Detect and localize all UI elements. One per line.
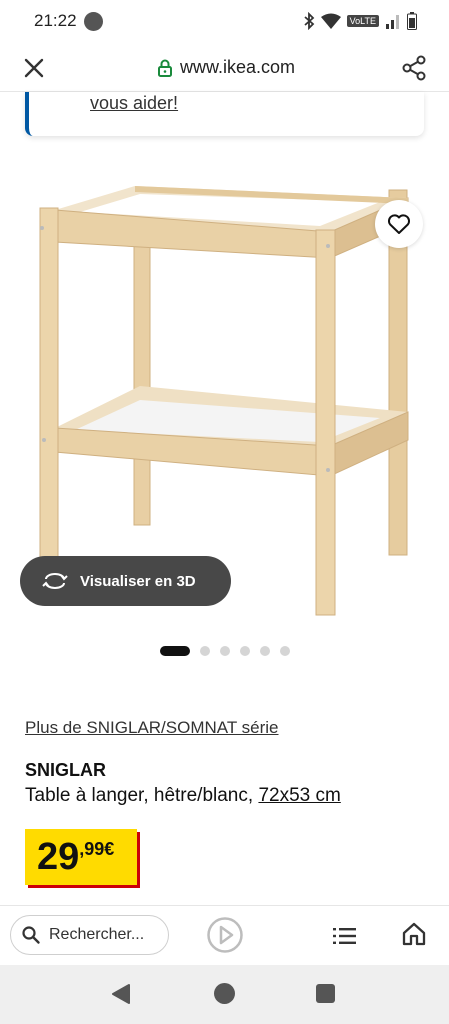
dimensions-link[interactable]: 72x53 cm (258, 785, 340, 806)
wifi-icon (320, 13, 341, 29)
product-name: SNIGLAR (25, 760, 106, 780)
lock-icon (158, 59, 172, 77)
product-description: Table à langer, hêtre/blanc, 72x53 cm (25, 785, 341, 807)
price-tag: 29 ,99€ (25, 829, 137, 885)
search-input[interactable]: Rechercher... (10, 915, 169, 955)
description-text: Table à langer, hêtre/blanc, (25, 785, 259, 806)
browser-bar: www.ikea.com (0, 44, 449, 92)
help-card: vous aider! (25, 92, 424, 136)
rotate-3d-icon (42, 573, 68, 589)
url-text: www.ikea.com (180, 57, 296, 77)
bluetooth-icon (304, 12, 314, 30)
view-3d-button[interactable]: Visualiser en 3D (20, 556, 231, 606)
signal-icon (386, 15, 399, 29)
battery-icon (407, 12, 417, 30)
play-icon[interactable] (206, 916, 244, 954)
series-link[interactable]: Plus de SNIGLAR/SOMNAT série (25, 718, 279, 738)
status-bar: 21:22 VoLTE (0, 0, 449, 44)
carousel-dot[interactable] (280, 646, 290, 656)
favorite-button[interactable] (375, 200, 423, 248)
carousel-dot[interactable] (220, 646, 230, 656)
home-icon[interactable] (401, 921, 427, 947)
close-icon[interactable] (22, 56, 46, 80)
notification-icon (84, 12, 103, 31)
carousel-dots (160, 646, 290, 656)
price-integer: 29 (37, 836, 80, 878)
bottom-toolbar: Rechercher... (0, 905, 449, 965)
price-decimal: ,99€ (79, 839, 115, 859)
search-icon (22, 926, 40, 944)
carousel-dot[interactable] (260, 646, 270, 656)
url-display[interactable]: www.ikea.com (158, 57, 295, 78)
carousel-dot[interactable] (200, 646, 210, 656)
help-link[interactable]: vous aider! (90, 93, 178, 114)
carousel-dot-active[interactable] (160, 646, 190, 656)
search-placeholder: Rechercher... (49, 926, 145, 943)
volte-badge: VoLTE (346, 15, 379, 27)
carousel-dot[interactable] (240, 646, 250, 656)
heart-icon (387, 214, 411, 234)
android-nav-bar (0, 965, 449, 1024)
back-icon[interactable] (111, 983, 131, 1005)
recents-icon[interactable] (316, 984, 335, 1003)
status-icons: VoLTE (303, 12, 417, 30)
status-time: 21:22 (34, 11, 77, 30)
view-3d-label: Visualiser en 3D (80, 572, 196, 590)
share-icon[interactable] (401, 55, 427, 81)
list-icon[interactable] (332, 924, 358, 948)
home-nav-icon[interactable] (214, 983, 235, 1004)
